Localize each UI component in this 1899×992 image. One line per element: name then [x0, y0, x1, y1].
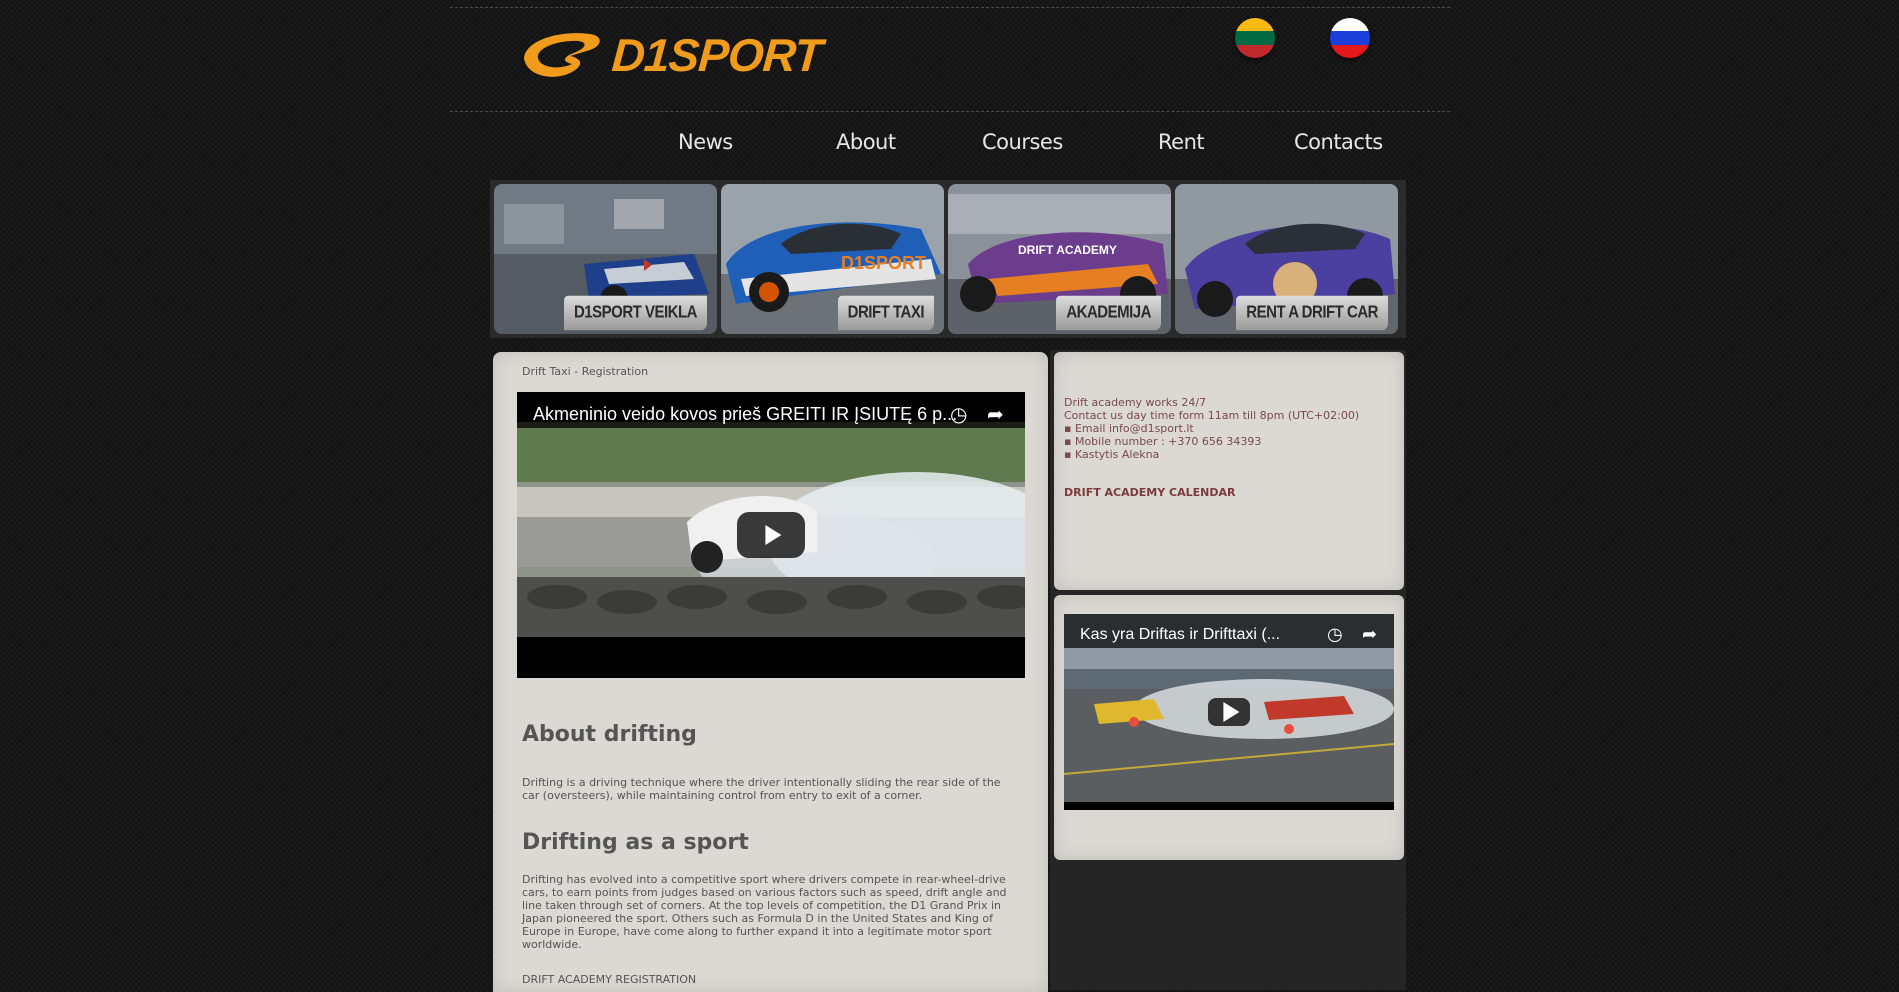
drift-academy-calendar-link[interactable]: DRIFT ACADEMY CALENDAR — [1064, 486, 1235, 499]
drifting-sport-heading: Drifting as a sport — [522, 830, 749, 855]
watch-later-icon[interactable]: ◷ — [950, 402, 967, 426]
breadcrumb: Drift Taxi - Registration — [522, 365, 649, 378]
svg-text:D1SPORT: D1SPORT — [841, 253, 926, 273]
tile-label: AKADEMIJA — [1056, 295, 1161, 331]
play-icon[interactable] — [737, 512, 805, 558]
tile-drift-taxi[interactable]: D1SPORT DRIFT TAXI — [721, 184, 944, 334]
main-video-player[interactable]: Akmeninio veido kovos prieš GREITI IR ĮS… — [517, 392, 1025, 678]
video-title[interactable]: Akmeninio veido kovos prieš GREITI IR ĮS… — [533, 404, 957, 425]
svg-text:DRIFT ACADEMY: DRIFT ACADEMY — [1018, 243, 1117, 257]
person-line: ▪ Kastytis Alekna — [1064, 448, 1160, 461]
tile-label: D1SPORT VEIKLA — [563, 295, 707, 331]
top-divider — [450, 7, 1450, 8]
share-icon[interactable]: ➦ — [1362, 624, 1377, 645]
logo-swoosh-icon — [524, 33, 600, 77]
phone-line: ▪ Mobile number : +370 656 34393 — [1064, 435, 1262, 448]
d1sport-logo[interactable]: D1SPORT — [520, 28, 824, 83]
about-drifting-heading: About drifting — [522, 722, 697, 747]
drifting-sport-text: Drifting has evolved into a competitive … — [522, 873, 1007, 951]
tile-d1sport-veikla[interactable]: D1SPORT VEIKLA — [494, 184, 717, 334]
watch-later-icon[interactable]: ◷ — [1327, 624, 1343, 645]
play-icon[interactable] — [1208, 698, 1250, 726]
logo-text: D1SPORT — [610, 29, 824, 81]
lithuanian-flag-icon[interactable] — [1235, 18, 1275, 58]
contact-info: Drift academy works 24/7 Contact us day … — [1064, 396, 1394, 461]
contact-hours-line: Contact us day time form 11am till 8pm (… — [1064, 409, 1360, 422]
video-title[interactable]: Kas yra Driftas ir Drifttaxi (... — [1080, 626, 1280, 644]
tile-akademija[interactable]: DRIFT ACADEMY AKADEMIJA — [948, 184, 1171, 334]
sidebar-video-player[interactable]: Kas yra Driftas ir Drifttaxi (... ◷ ➦ — [1064, 614, 1394, 810]
header-divider — [450, 111, 1450, 112]
nav-contacts[interactable]: Contacts — [1294, 130, 1383, 154]
hours-line: Drift academy works 24/7 — [1064, 396, 1207, 409]
nav-courses[interactable]: Courses — [982, 130, 1063, 154]
nav-about[interactable]: About — [836, 130, 896, 154]
drift-academy-registration-link[interactable]: DRIFT ACADEMY REGISTRATION — [522, 973, 696, 986]
tile-label: DRIFT TAXI — [837, 295, 934, 331]
share-icon[interactable]: ➦ — [987, 402, 1004, 426]
tile-rent-a-drift-car[interactable]: RENT A DRIFT CAR — [1175, 184, 1398, 334]
nav-rent[interactable]: Rent — [1158, 130, 1205, 154]
contact-panel — [1054, 352, 1404, 590]
email-line[interactable]: ▪ Email info@d1sport.lt — [1064, 422, 1394, 435]
russian-flag-icon[interactable] — [1330, 18, 1370, 58]
about-drifting-text: Drifting is a driving technique where th… — [522, 776, 1001, 802]
banner: D1SPORT VEIKLA D1SPORT DRIFT TAXI DRIFT … — [490, 180, 1406, 338]
nav-news[interactable]: News — [678, 130, 733, 154]
tile-label: RENT A DRIFT CAR — [1236, 295, 1388, 331]
